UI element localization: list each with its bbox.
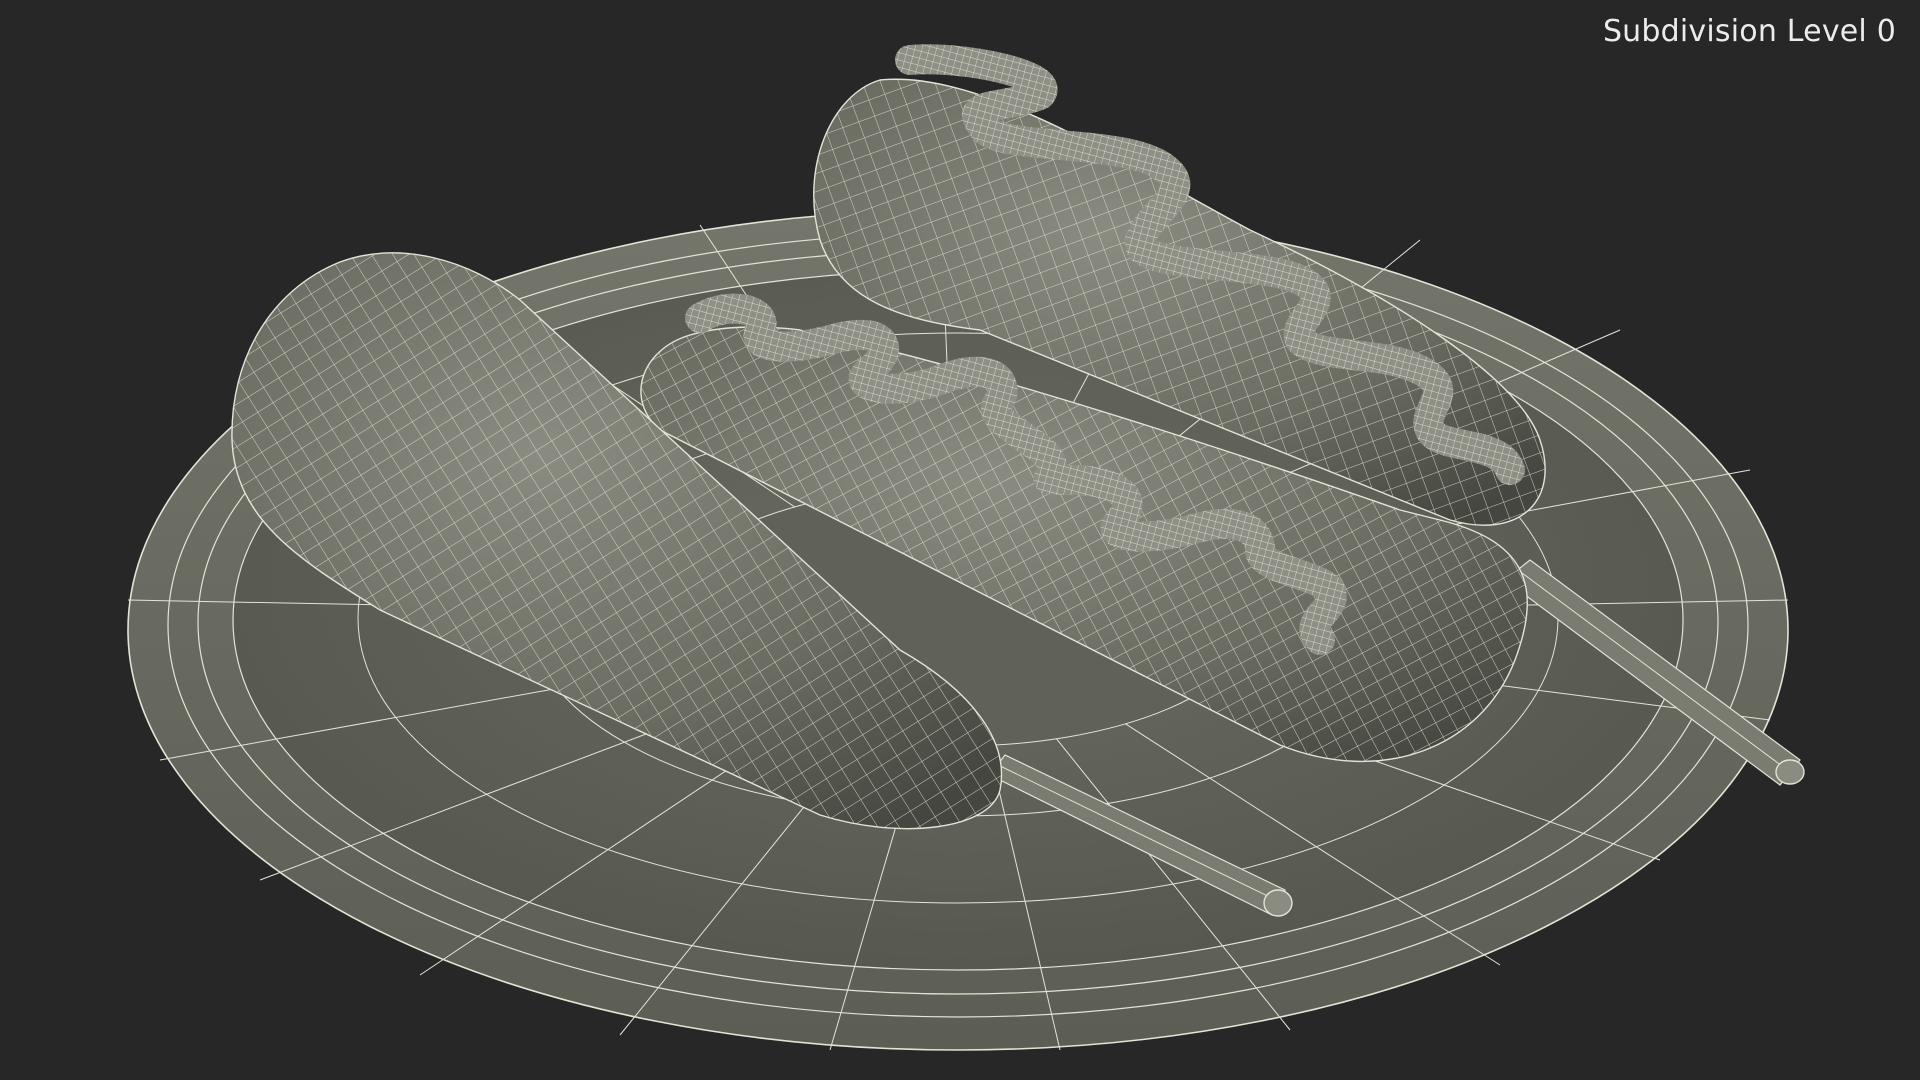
subdivision-level-label: Subdivision Level 0 <box>1602 14 1896 49</box>
wireframe-scene[interactable] <box>0 0 1920 1080</box>
viewport[interactable]: Subdivision Level 0 <box>0 0 1920 1080</box>
